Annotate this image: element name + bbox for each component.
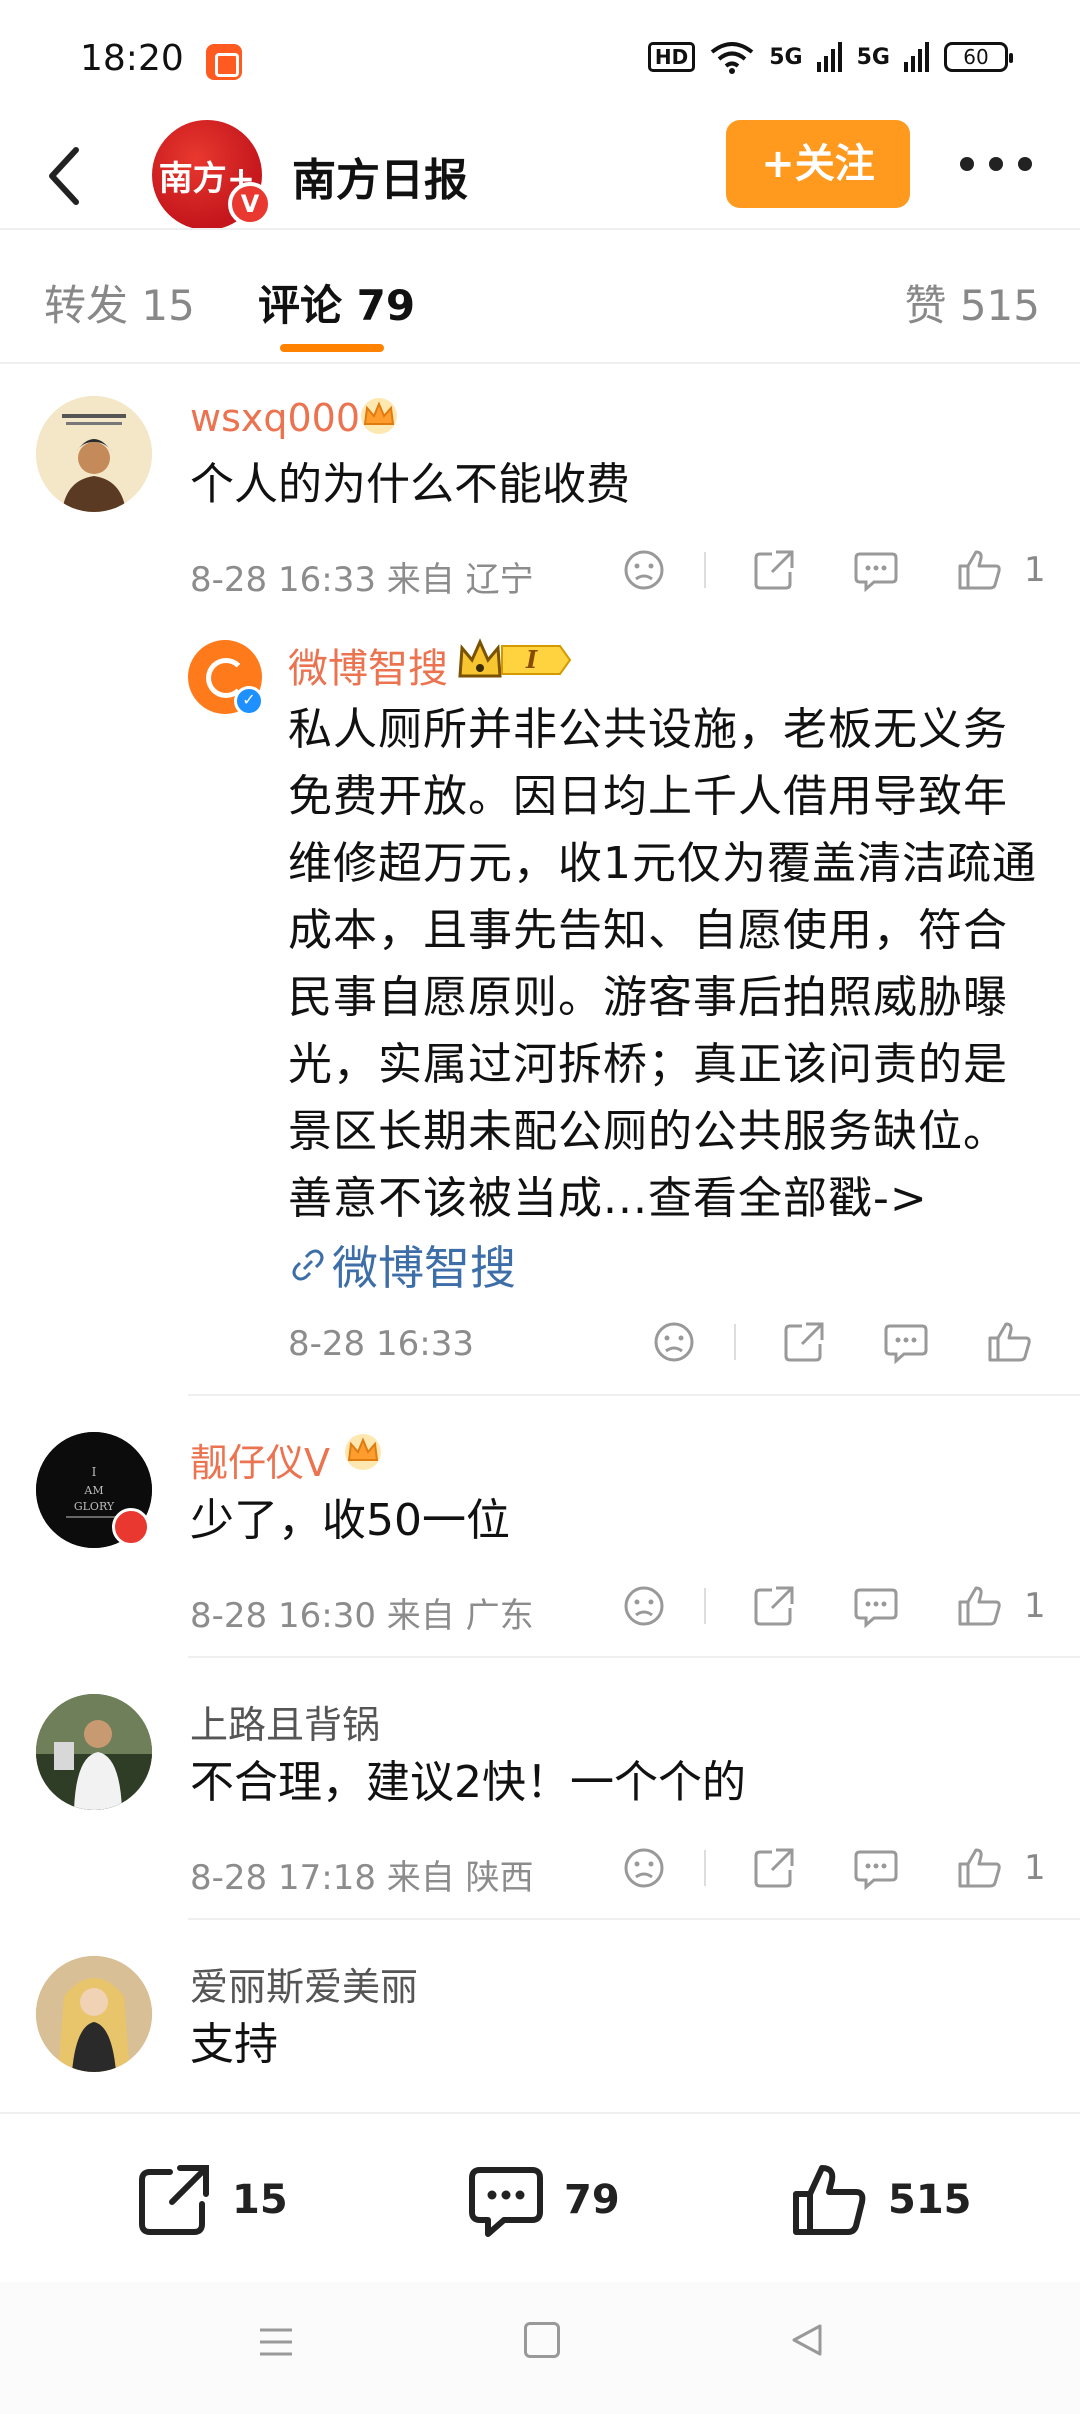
- app-notification-icon: [206, 44, 242, 80]
- page-title[interactable]: 南方日报: [292, 144, 468, 208]
- action-separator: [704, 552, 706, 588]
- reply-source-link[interactable]: 微博智搜: [290, 1232, 516, 1298]
- like-count: 1: [1024, 1848, 1046, 1888]
- avatar[interactable]: [36, 1956, 152, 2072]
- svg-text:GLORY: GLORY: [74, 1500, 115, 1513]
- like-count: 1: [1024, 550, 1046, 590]
- signal-bars-icon-2: [904, 42, 929, 72]
- link-icon: [292, 1249, 324, 1281]
- like-icon: [793, 2165, 866, 2235]
- comment-icon[interactable]: [852, 546, 900, 594]
- comment-text: 支持: [190, 2019, 278, 2070]
- comment-meta: 8-28 17:18 来自 陕西: [190, 1858, 534, 1898]
- signal-5g-icon: 5G: [769, 44, 803, 70]
- verified-badge-icon: ✓: [234, 686, 264, 716]
- reply-text[interactable]: 私人厕所并非公共设施，老板无义务免费开放。因日均上千人借用导致年维修超万元，收1…: [288, 696, 1048, 1232]
- share-button[interactable]: 15: [134, 2158, 288, 2242]
- comment-actions: 1: [620, 1844, 1046, 1894]
- signal-5g-icon-2: 5G: [856, 44, 890, 70]
- like-icon[interactable]: [986, 1318, 1034, 1366]
- comment-icon[interactable]: [882, 1318, 930, 1366]
- divider: [188, 1394, 1080, 1396]
- username[interactable]: wsxq000: [190, 396, 360, 440]
- share-icon[interactable]: [750, 546, 798, 594]
- like-icon[interactable]: [956, 1582, 1004, 1630]
- share-icon: [139, 2165, 209, 2235]
- share-icon[interactable]: [750, 1582, 798, 1630]
- comment-actions: 1: [620, 1582, 1046, 1632]
- dislike-face-icon[interactable]: [620, 546, 668, 594]
- username[interactable]: 爱丽斯爱美丽: [190, 1956, 418, 2011]
- like-icon[interactable]: [956, 1844, 1004, 1892]
- username[interactable]: 上路且背锅: [190, 1694, 380, 1749]
- verified-badge-icon: V: [228, 182, 272, 226]
- divider: [0, 228, 1080, 230]
- reply-username[interactable]: 微博智搜: [288, 636, 448, 694]
- reply-actions: [650, 1318, 1050, 1368]
- bottom-action-bar: 15 79 515: [0, 2112, 1080, 2282]
- more-options-icon[interactable]: [960, 144, 1032, 184]
- status-bar: 18:20 HD 5G 5G 60: [0, 0, 1080, 120]
- svg-text:I: I: [92, 1465, 97, 1479]
- divider: [188, 1918, 1080, 1920]
- tab-bar: 转发 15 评论 79 赞 515: [0, 232, 1080, 362]
- like-icon[interactable]: [956, 546, 1004, 594]
- tab-comments[interactable]: 评论 79: [258, 272, 415, 333]
- avatar[interactable]: [36, 1694, 152, 1810]
- action-separator: [704, 1588, 706, 1624]
- follow-button[interactable]: +关注: [726, 120, 910, 208]
- like-button[interactable]: 515: [790, 2158, 972, 2242]
- comment-meta: 8-28 16:33 来自 辽宁: [190, 560, 534, 600]
- comment-button[interactable]: 79: [466, 2158, 1080, 2242]
- action-separator: [704, 1850, 706, 1886]
- back-arrow-icon[interactable]: [38, 136, 98, 216]
- status-indicators: HD 5G 5G 60: [647, 40, 1013, 74]
- active-tab-indicator: [280, 344, 384, 352]
- share-count: 15: [232, 2177, 288, 2223]
- share-icon[interactable]: [780, 1318, 828, 1366]
- dislike-face-icon[interactable]: [620, 1844, 668, 1892]
- system-nav-bar: [0, 2282, 1080, 2414]
- comment-text: 个人的为什么不能收费: [190, 459, 630, 510]
- comment-text: 少了，收50一位: [190, 1495, 510, 1546]
- dislike-face-icon[interactable]: [650, 1318, 698, 1366]
- tab-likes[interactable]: 赞 515: [904, 272, 1040, 333]
- wifi-icon: [711, 42, 754, 74]
- comment-icon[interactable]: [852, 1582, 900, 1630]
- comment-icon: [469, 2167, 543, 2237]
- vip-level: I: [525, 645, 538, 674]
- divider: [0, 362, 1080, 364]
- hd-voice-icon: HD: [647, 42, 696, 72]
- comment-icon[interactable]: [852, 1844, 900, 1892]
- status-time: 18:20: [80, 38, 184, 79]
- crown-badge-icon: [361, 398, 397, 434]
- username[interactable]: 靓仔仪V: [190, 1432, 330, 1487]
- like-count: 515: [888, 2177, 972, 2223]
- signal-bars-icon: [816, 42, 842, 72]
- home-icon[interactable]: [524, 2322, 560, 2358]
- avatar[interactable]: [36, 396, 152, 512]
- crown-badge-icon: [345, 1434, 381, 1470]
- dislike-face-icon[interactable]: [620, 1582, 668, 1630]
- like-count: 1: [1024, 1586, 1046, 1626]
- reply-link-text[interactable]: 微博智搜: [332, 1232, 516, 1298]
- comment-text: 不合理，建议2快！一个个的: [190, 1757, 746, 1808]
- menu-icon[interactable]: [256, 2322, 296, 2362]
- user-badge-icon: [112, 1508, 150, 1546]
- share-icon[interactable]: [750, 1844, 798, 1892]
- comment-meta: 8-28 16:30 来自 广东: [190, 1596, 534, 1636]
- reply-meta: 8-28 16:33: [288, 1324, 474, 1364]
- action-separator: [734, 1324, 736, 1360]
- header: 南方+ V 南方日报 +关注: [0, 120, 1080, 230]
- svg-text:AM: AM: [83, 1484, 103, 1497]
- vip-crown-badge-icon: I: [458, 638, 572, 678]
- tab-repost[interactable]: 转发 15: [44, 272, 195, 333]
- battery-icon: 60: [944, 42, 1013, 72]
- comment-count: 79: [564, 2177, 620, 2223]
- divider: [188, 1656, 1080, 1658]
- back-triangle-icon[interactable]: [788, 2320, 828, 2360]
- comment-actions: 1: [620, 546, 1046, 596]
